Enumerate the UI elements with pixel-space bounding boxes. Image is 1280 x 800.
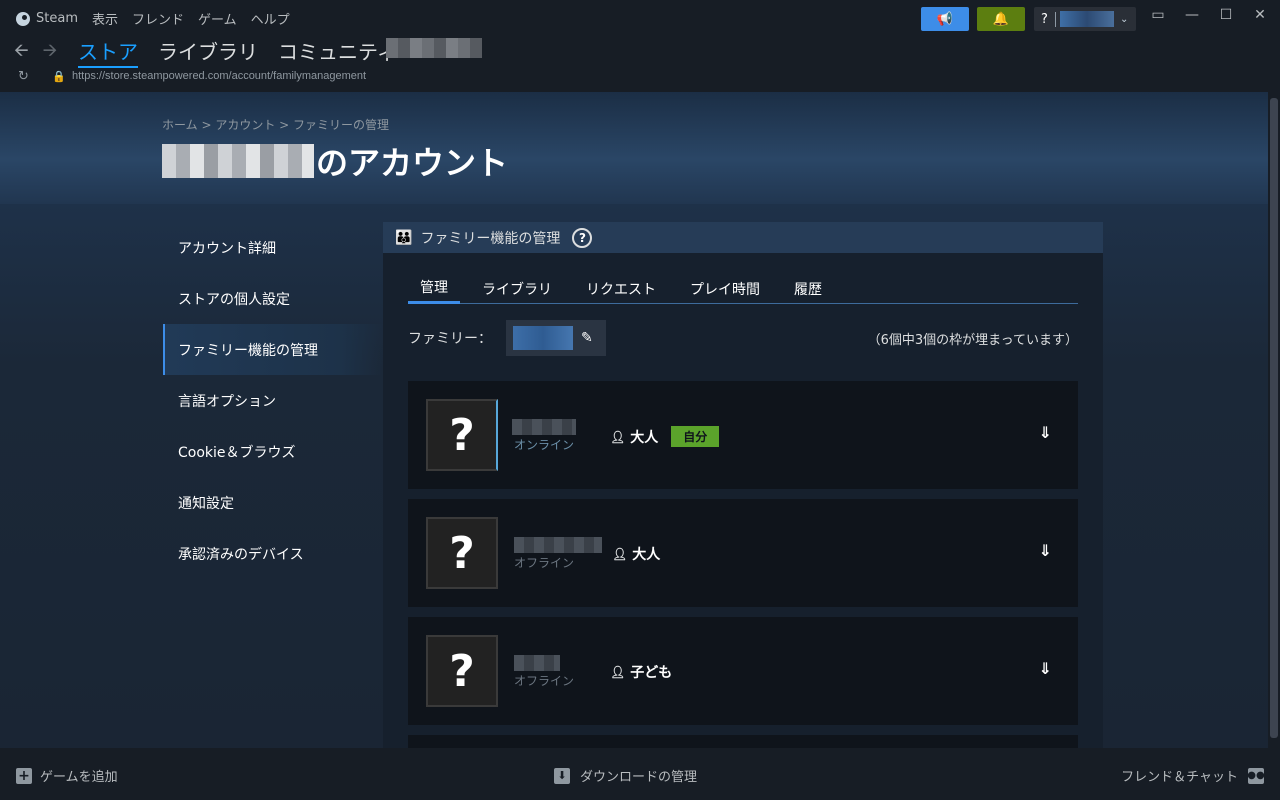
add-game-label: ゲームを追加 <box>40 770 118 785</box>
megaphone-icon: 📢 <box>936 11 954 27</box>
account-menu[interactable]: ? ⌄ <box>1034 7 1136 31</box>
sidebar-item-notifications[interactable]: 通知設定 <box>163 477 383 528</box>
big-picture-icon[interactable]: ▭ <box>1150 7 1166 23</box>
add-game-button[interactable]: + ゲームを追加 <box>16 766 118 785</box>
bottom-bar: + ゲームを追加 ⬇ ダウンロードの管理 フレンド＆チャット ●● <box>0 748 1280 800</box>
member-name-redacted <box>514 655 560 671</box>
family-member-card[interactable]: ? オンライン 👤︎ 大人 自分 ⇓ <box>408 381 1078 489</box>
tab-requests[interactable]: リクエスト <box>574 273 668 304</box>
person-icon: 👤︎ <box>610 665 626 679</box>
nav-store[interactable]: ストア <box>78 36 138 68</box>
person-icon: 👤︎ <box>612 547 628 561</box>
window-controls: ▭ — ☐ ✕ <box>1150 7 1268 23</box>
nav-username-redacted[interactable] <box>386 38 482 58</box>
panel-tabs: 管理 ライブラリ リクエスト プレイ時間 履歴 <box>408 273 1078 304</box>
breadcrumb[interactable]: ホーム > アカウント > ファミリーの管理 <box>162 116 389 133</box>
plus-icon: + <box>16 767 32 784</box>
back-arrow-icon[interactable]: 🡨 <box>14 38 29 68</box>
member-name-redacted <box>512 419 576 435</box>
panel-header: 👪︎ ファミリー機能の管理 ? <box>383 222 1103 253</box>
family-member-card[interactable] <box>408 735 1078 748</box>
member-role: 👤︎ 大人 <box>612 544 660 564</box>
member-role-label: 大人 <box>632 547 661 563</box>
family-icon: 👪︎ <box>395 229 413 246</box>
downloads-button[interactable]: ⬇ ダウンロードの管理 <box>554 766 697 785</box>
account-name-redacted <box>162 144 314 178</box>
account-sidebar: アカウント詳細 ストアの個人設定 ファミリー機能の管理 言語オプション Cook… <box>163 222 383 579</box>
page-content: ホーム > アカウント > ファミリーの管理 のアカウント アカウント詳細 スト… <box>0 92 1268 748</box>
friends-chat-label: フレンド＆チャット <box>1121 770 1238 785</box>
member-role: 👤︎ 大人 自分 <box>610 426 720 447</box>
tab-playtime[interactable]: プレイ時間 <box>678 273 772 304</box>
tab-manage[interactable]: 管理 <box>408 273 460 304</box>
lock-icon: 🔒 <box>52 70 66 83</box>
minimize-icon[interactable]: — <box>1184 7 1200 23</box>
sidebar-item-authorized-devices[interactable]: 承認済みのデバイス <box>163 528 383 579</box>
url-text[interactable]: https://store.steampowered.com/account/f… <box>72 70 366 82</box>
family-name-field[interactable]: ✎ <box>506 320 606 356</box>
bell-icon: 🔔 <box>992 11 1010 27</box>
chevron-down-icon: ⌄ <box>1120 13 1129 25</box>
member-name-redacted <box>514 537 602 553</box>
nav-community[interactable]: コミュニティ <box>278 36 397 68</box>
person-icon: 👤︎ <box>610 429 626 444</box>
family-member-card[interactable]: ? オフライン 👤︎ 大人 ⇓ <box>408 499 1078 607</box>
sidebar-item-language[interactable]: 言語オプション <box>163 375 383 426</box>
family-name-redacted <box>513 326 573 350</box>
avatar: ? <box>426 635 498 707</box>
sidebar-item-account-details[interactable]: アカウント詳細 <box>163 222 383 273</box>
friends-icon: ●● <box>1247 767 1265 784</box>
notifications-button[interactable]: 🔔 <box>977 7 1025 31</box>
download-icon: ⬇ <box>554 767 570 784</box>
scrollbar[interactable] <box>1268 92 1280 748</box>
member-status: オフライン <box>514 674 575 688</box>
self-badge: 自分 <box>671 426 720 447</box>
maximize-icon[interactable]: ☐ <box>1218 7 1234 23</box>
tab-library[interactable]: ライブラリ <box>470 273 564 304</box>
member-role: 👤︎ 子ども <box>610 662 672 682</box>
member-role-label: 子ども <box>630 665 673 681</box>
page-title-suffix: のアカウント <box>316 144 509 182</box>
double-chevron-down-icon[interactable]: ⇓ <box>1039 423 1052 442</box>
panel-title: ファミリー機能の管理 <box>420 230 561 247</box>
page-title: のアカウント <box>162 138 508 184</box>
help-icon[interactable]: ? <box>572 227 593 248</box>
family-management-panel: 👪︎ ファミリー機能の管理 ? 管理 ライブラリ リクエスト プレイ時間 履歴 … <box>383 222 1103 748</box>
history-arrows: 🡨 🡪 <box>14 38 57 68</box>
avatar: ? <box>426 517 498 589</box>
nav-library[interactable]: ライブラリ <box>158 36 258 68</box>
main-nav: ストア ライブラリ コミュニティ <box>78 36 397 68</box>
url-bar: ↻ 🔒 https://store.steampowered.com/accou… <box>0 66 1280 90</box>
downloads-label: ダウンロードの管理 <box>580 770 698 785</box>
sidebar-item-store-preferences[interactable]: ストアの個人設定 <box>163 273 383 324</box>
close-icon[interactable]: ✕ <box>1252 7 1268 23</box>
family-name-row: ファミリー： ✎ （6個中3個の枠が埋まっています） <box>408 320 1078 356</box>
double-chevron-down-icon[interactable]: ⇓ <box>1039 541 1052 560</box>
sidebar-item-cookies[interactable]: Cookie＆ブラウズ <box>163 426 383 477</box>
friends-chat-button[interactable]: フレンド＆チャット ●● <box>1121 766 1265 785</box>
member-status: オンライン <box>514 438 575 452</box>
announcements-button[interactable]: 📢 <box>921 7 969 31</box>
tab-history[interactable]: 履歴 <box>782 273 834 304</box>
double-chevron-down-icon[interactable]: ⇓ <box>1039 659 1052 678</box>
member-status: オフライン <box>514 556 575 570</box>
slot-count: （6個中3個の枠が埋まっています） <box>867 333 1078 348</box>
title-bar: Steam 表示 フレンド ゲーム ヘルプ 📢 🔔 ? ⌄ ▭ — ☐ ✕ <box>0 0 1280 36</box>
navigation-row: 🡨 🡪 ストア ライブラリ コミュニティ <box>0 36 1280 68</box>
family-label: ファミリー： <box>408 331 492 347</box>
account-name-redacted <box>1060 11 1114 27</box>
avatar: ? <box>426 399 498 471</box>
sidebar-item-family-management[interactable]: ファミリー機能の管理 <box>163 324 383 375</box>
pencil-icon[interactable]: ✎ <box>581 330 593 346</box>
forward-arrow-icon[interactable]: 🡪 <box>43 38 58 68</box>
member-role-label: 大人 <box>630 429 659 446</box>
help-icon[interactable]: ? <box>1034 11 1056 27</box>
reload-icon[interactable]: ↻ <box>18 69 29 84</box>
family-member-card[interactable]: ? オフライン 👤︎ 子ども ⇓ <box>408 617 1078 725</box>
scrollbar-thumb[interactable] <box>1270 98 1278 738</box>
